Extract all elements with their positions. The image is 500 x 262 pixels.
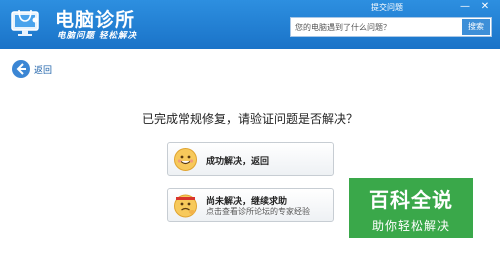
watermark-subtitle: 助你轻松解决 — [371, 219, 450, 233]
search-input[interactable] — [295, 18, 455, 36]
not-resolved-button[interactable]: 尚未解决，继续求助 点击查看诊所论坛的专家经验 — [167, 188, 334, 222]
minimize-icon[interactable]: — — [458, 1, 472, 13]
back-label: 返回 — [34, 66, 53, 76]
submit-question-link[interactable]: 提交问题 — [371, 2, 403, 13]
watermark-title: 百科全说 — [369, 188, 453, 212]
resolved-button[interactable]: 成功解决，返回 — [167, 142, 334, 176]
search-button[interactable]: 搜索 — [462, 19, 490, 35]
stethoscope-monitor-icon — [11, 9, 39, 36]
app-header: 电脑诊所 电脑问题 轻松解决 提交问题 — ✕ 搜索 — [0, 0, 500, 49]
happy-face-icon — [174, 148, 197, 171]
app-subtitle: 电脑问题 轻松解决 — [57, 31, 137, 41]
back-arrow-icon — [12, 60, 30, 78]
pleading-face-icon — [174, 194, 197, 218]
watermark-badge: 百科全说 助你轻松解决 — [349, 178, 473, 238]
close-icon[interactable]: ✕ — [478, 1, 492, 13]
app-title: 电脑诊所 — [55, 9, 136, 31]
not-resolved-sublabel: 点击查看诊所论坛的专家经验 — [206, 207, 310, 216]
resolved-label: 成功解决，返回 — [206, 157, 270, 167]
search-box: 搜索 — [290, 17, 492, 37]
verify-question: 已完成常规修复，请验证问题是否解决？ — [141, 112, 358, 126]
